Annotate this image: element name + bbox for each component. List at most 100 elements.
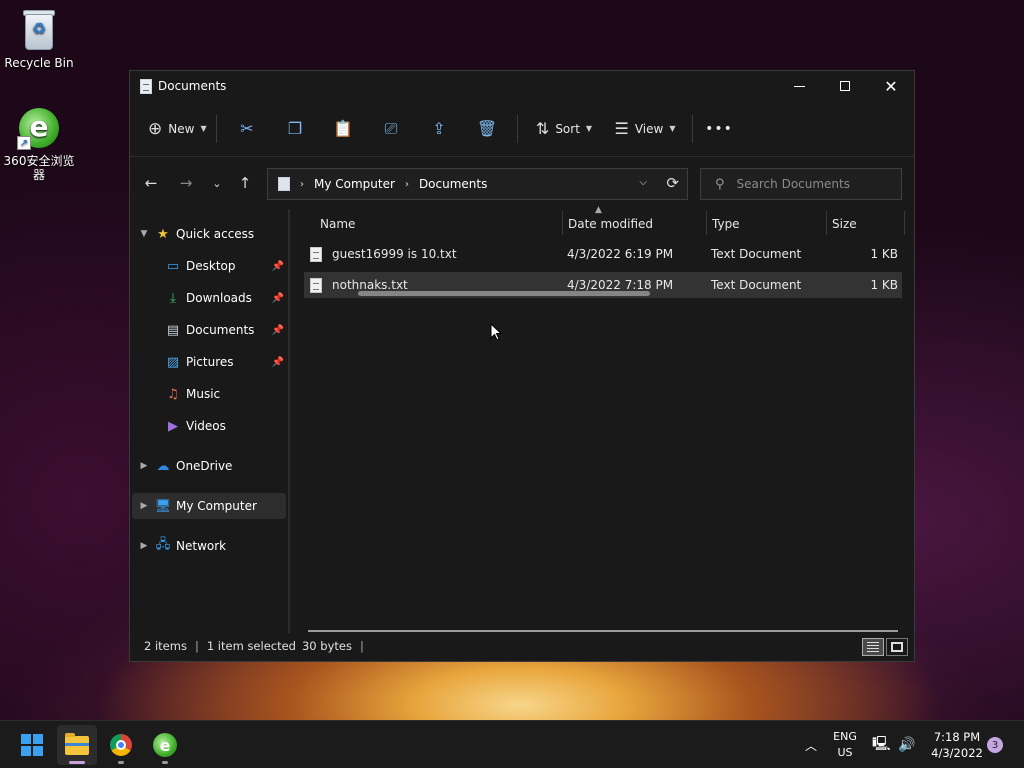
refresh-icon[interactable]: ⟳ <box>666 174 679 192</box>
nav-item-desktop[interactable]: ▭ Desktop 📌 <box>132 253 286 279</box>
nav-item-downloads[interactable]: ⤓ Downloads 📌 <box>132 285 286 311</box>
search-input[interactable] <box>736 177 887 191</box>
nav-label: Quick access <box>176 227 255 241</box>
input-language-indicator[interactable]: ENG US <box>830 721 860 768</box>
rename-button[interactable]: ⎚ <box>373 111 409 147</box>
breadcrumb-documents[interactable]: Documents <box>419 177 487 191</box>
delete-button[interactable]: 🗑 <box>469 111 505 147</box>
download-icon: ⤓ <box>170 290 176 306</box>
column-divider[interactable] <box>706 211 707 235</box>
chevron-right-icon: ▶ <box>140 461 148 471</box>
more-icon: ••• <box>705 120 733 137</box>
cut-button[interactable]: ✂ <box>229 111 265 147</box>
close-button[interactable]: ✕ <box>868 71 914 101</box>
language-region: US <box>837 746 853 759</box>
desktop-icon-recycle-bin[interactable]: ♻ Recycle Bin <box>1 8 77 70</box>
sort-button[interactable]: ⇅ Sort ▼ <box>524 111 604 147</box>
address-bar[interactable]: › My Computer › Documents ⌵ ⟳ <box>267 168 688 200</box>
paste-icon: 📋 <box>333 118 353 138</box>
pane-splitter[interactable] <box>288 209 290 633</box>
taskbar-file-explorer[interactable] <box>57 725 97 765</box>
forward-button[interactable]: → <box>171 168 201 198</box>
chevron-down-icon: ▼ <box>669 124 676 133</box>
share-button[interactable]: ⇪ <box>421 111 457 147</box>
address-dropdown-icon[interactable]: ⌵ <box>639 177 647 188</box>
sort-label: Sort <box>555 121 580 136</box>
sort-icon: ⇅ <box>535 118 550 138</box>
nav-onedrive[interactable]: ▶ ☁ OneDrive <box>132 453 286 479</box>
pin-icon[interactable]: 📌 <box>272 325 284 336</box>
recent-locations-button[interactable]: ⌄ <box>202 168 232 198</box>
nav-label: Network <box>176 539 227 553</box>
volume-button[interactable]: 🔊 <box>898 721 915 768</box>
pictures-icon: ▨ <box>166 354 180 370</box>
notification-center-button[interactable]: 3 <box>987 721 1003 768</box>
language-code: ENG <box>833 730 857 743</box>
nav-network[interactable]: ▶ 🖧 Network <box>132 533 286 559</box>
taskbar-360-browser[interactable]: e <box>145 725 185 765</box>
desktop-icon-360-browser[interactable]: e ↗ 360安全浏览器 <box>1 106 77 182</box>
copy-button[interactable]: ❐ <box>277 111 313 147</box>
view-list-icon: ☰ <box>614 118 629 138</box>
search-box[interactable]: ⚲ <box>700 168 902 200</box>
column-header-name[interactable]: Name <box>320 209 355 239</box>
star-icon: ★ <box>157 226 169 242</box>
maximize-button[interactable] <box>822 71 868 101</box>
details-view-button[interactable] <box>862 638 884 656</box>
file-name: nothnaks.txt <box>332 278 408 292</box>
column-divider[interactable] <box>562 211 563 235</box>
network-icon: 🖳 <box>872 736 891 752</box>
computer-icon: 🖥 <box>154 498 172 514</box>
recycle-bin-icon: ♻ <box>21 8 57 52</box>
nav-item-documents[interactable]: ▤ Documents 📌 <box>132 317 286 343</box>
toolbar-divider <box>517 114 518 143</box>
paste-button[interactable]: 📋 <box>325 111 361 147</box>
network-status-button[interactable]: 🖳 <box>872 721 891 768</box>
file-size: 1 KB <box>870 278 898 292</box>
status-item-count: 2 items <box>144 639 187 653</box>
title-bar[interactable]: Documents ✕ <box>130 71 914 101</box>
pin-icon[interactable]: 📌 <box>272 293 284 304</box>
nav-item-videos[interactable]: ▶ Videos <box>132 413 286 439</box>
view-button[interactable]: ☰ View ▼ <box>604 111 686 147</box>
pin-icon[interactable]: 📌 <box>272 261 284 272</box>
nav-item-music[interactable]: ♫ Music <box>132 381 286 407</box>
back-button[interactable]: ← <box>136 168 166 198</box>
nav-quick-access[interactable]: ▼ ★ Quick access <box>132 221 286 247</box>
show-hidden-icons-button[interactable]: ︿ <box>800 721 822 768</box>
file-row[interactable]: guest16999 is 10.txt 4/3/2022 6:19 PM Te… <box>304 241 902 267</box>
column-divider[interactable] <box>904 211 905 235</box>
desktop-icon-label: Recycle Bin <box>4 56 74 70</box>
column-header-type[interactable]: Type <box>712 209 740 239</box>
breadcrumb-my-computer[interactable]: My Computer <box>314 177 395 191</box>
more-options-button[interactable]: ••• <box>699 111 739 147</box>
clock[interactable]: 7:18 PM 4/3/2022 <box>928 721 986 768</box>
new-button[interactable]: ⊕ New ▼ <box>140 111 210 147</box>
pin-icon[interactable]: 📌 <box>272 357 284 368</box>
chevron-up-icon: ︿ <box>804 738 817 753</box>
status-separator: | <box>359 639 364 653</box>
running-indicator <box>118 761 124 764</box>
maximize-icon <box>840 81 850 91</box>
navigation-row: ← → ⌄ ↑ › My Computer › Documents ⌵ ⟳ ⚲ <box>130 157 914 209</box>
network-icon: 🖧 <box>155 537 171 552</box>
column-divider[interactable] <box>826 211 827 235</box>
up-button[interactable]: ↑ <box>230 168 260 198</box>
chevron-right-icon: › <box>300 178 304 190</box>
toolbar-divider <box>216 114 217 143</box>
status-separator: | <box>194 639 199 653</box>
minimize-button[interactable] <box>776 71 822 101</box>
file-date: 4/3/2022 7:18 PM <box>567 278 674 292</box>
nav-label: My Computer <box>176 499 257 513</box>
nav-item-pictures[interactable]: ▨ Pictures 📌 <box>132 349 286 375</box>
nav-my-computer[interactable]: ▶ 🖥 My Computer <box>132 493 286 519</box>
taskbar-chrome[interactable] <box>101 725 141 765</box>
chevron-down-icon: ⌄ <box>212 176 222 190</box>
rename-icon: ⎚ <box>384 118 398 138</box>
large-icons-view-button[interactable] <box>886 638 908 656</box>
360-browser-icon: e ↗ <box>17 106 61 150</box>
column-header-size[interactable]: Size <box>832 209 857 239</box>
column-header-date[interactable]: Date modified <box>568 209 653 239</box>
documents-icon <box>140 78 152 94</box>
start-button[interactable] <box>12 725 52 765</box>
